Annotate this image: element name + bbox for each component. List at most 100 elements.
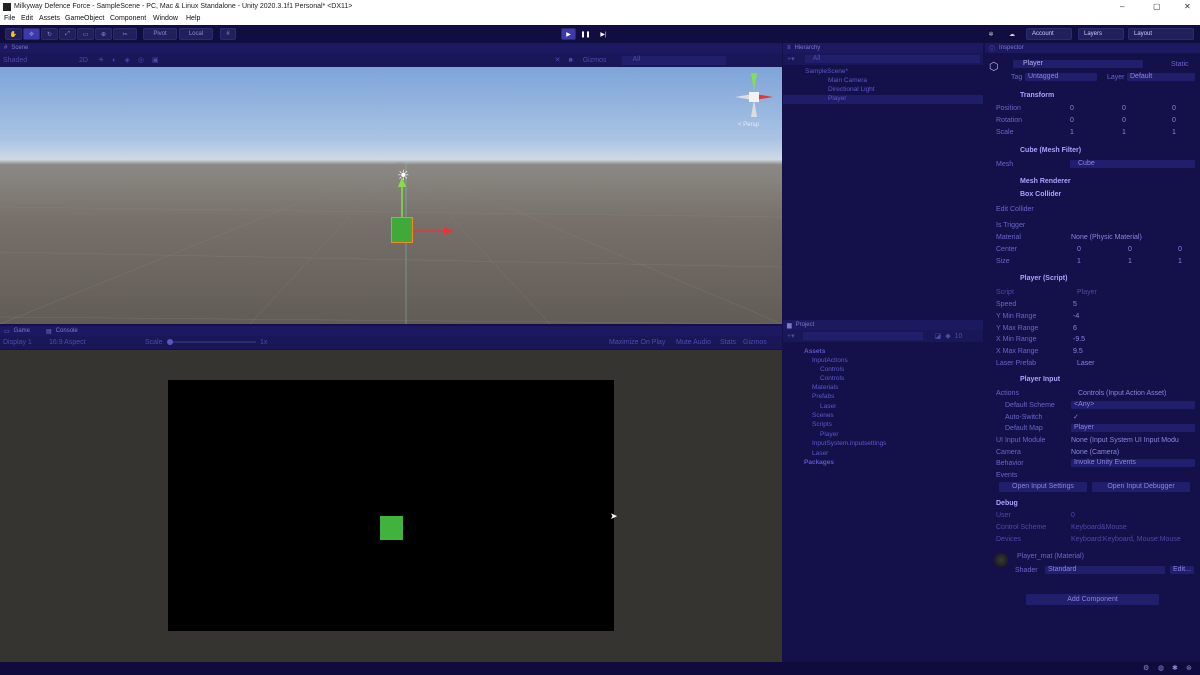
player-cube[interactable] [391,217,413,243]
xmax-field[interactable]: 9.5 [1073,348,1083,355]
ymax-field[interactable]: 6 [1073,325,1077,332]
player-script-header[interactable]: Player (Script) [1020,275,1067,282]
menu-component[interactable]: Component [110,15,146,22]
meshrenderer-header[interactable]: Mesh Renderer [1020,178,1071,185]
shader-edit-button[interactable]: Edit... [1170,566,1194,574]
menu-window[interactable]: Window [153,15,178,22]
shader-dropdown[interactable]: Standard [1045,566,1165,574]
speed-field[interactable]: 5 [1073,301,1077,308]
project-search[interactable] [802,332,923,340]
layer-dropdown[interactable]: Default [1127,73,1195,81]
hierarchy-item[interactable]: Directional Light [828,86,875,93]
hand-tool-icon[interactable]: ✋ [5,28,22,40]
menu-edit[interactable]: Edit [21,15,33,22]
scale-x[interactable]: 1 [1070,129,1074,136]
rotate-tool-icon[interactable]: ↻ [41,28,58,40]
play-button[interactable]: ▶ [561,28,576,40]
project-item[interactable]: Laser [812,450,828,457]
transform-tool-icon[interactable]: ⊕ [95,28,112,40]
account-dropdown[interactable]: Account [1026,28,1072,40]
effects-icon[interactable]: ◈ [124,56,129,64]
hierarchy-tab[interactable]: Hierarchy [795,45,821,51]
auto-switch-checkbox[interactable]: ✓ [1073,413,1079,421]
status-cache-icon[interactable]: ⚙ [1143,664,1149,672]
project-item[interactable]: Player [820,431,838,438]
material-header[interactable]: Player_mat (Material) [1017,553,1084,560]
scene-viewport[interactable]: ☀ < Persp [0,67,782,324]
console-tab[interactable]: Console [56,328,78,334]
project-item[interactable]: Prefabs [812,393,834,400]
persp-label[interactable]: < Persp [738,122,759,128]
game-gizmos-dropdown[interactable]: Gizmos [743,339,767,346]
hierarchy-item[interactable]: Main Camera [828,77,867,84]
status-debug-icon[interactable]: ✱ [1172,664,1178,672]
rotation-y[interactable]: 0 [1122,117,1126,124]
scale-slider-thumb[interactable] [167,339,173,345]
events-foldout[interactable]: Events [996,472,1017,479]
hidden-objects-icon[interactable]: ◎ [138,56,144,64]
project-item[interactable]: Packages [804,459,834,466]
project-item[interactable]: Controls [820,366,844,373]
scene-search[interactable]: All [622,55,727,65]
aspect-dropdown[interactable]: 16:9 Aspect [49,339,86,346]
project-item[interactable]: Laser [820,403,836,410]
scale-z[interactable]: 1 [1172,129,1176,136]
scene-tab[interactable]: Scene [11,45,28,51]
ymin-field[interactable]: -4 [1073,313,1079,320]
layout-dropdown[interactable]: Layout [1128,28,1194,40]
tools-icon[interactable]: ✕ [555,56,561,64]
static-toggle[interactable]: Static [1171,61,1189,68]
project-add-icon[interactable]: +▾ [787,332,795,340]
project-item[interactable]: InputSystem.inputsettings [812,440,886,447]
transform-header[interactable]: Transform [1020,92,1054,99]
pause-button[interactable]: ❚❚ [578,28,593,40]
grid-snap-icon[interactable]: # [220,28,236,40]
position-y[interactable]: 0 [1122,105,1126,112]
physic-material-field[interactable]: None (Physic Material) [1071,234,1142,241]
project-item[interactable]: Assets [804,348,825,355]
open-input-settings-button[interactable]: Open Input Settings [999,482,1087,492]
cloud-icon[interactable]: ☁ [1005,28,1019,40]
collab-icon[interactable]: ✲ [984,28,998,40]
center-z[interactable]: 0 [1178,246,1182,253]
tag-dropdown[interactable]: Untagged [1025,73,1097,81]
gameobject-name-field[interactable]: Player [1013,60,1143,68]
rect-tool-icon[interactable]: ▭ [77,28,94,40]
behavior-dropdown[interactable]: Invoke Unity Events [1071,459,1195,467]
menu-assets[interactable]: Assets [39,15,60,22]
camera-field[interactable]: None (Camera) [1071,449,1119,456]
size-y[interactable]: 1 [1128,258,1132,265]
project-tab[interactable]: Project [796,322,815,328]
shading-dropdown[interactable]: Shaded [3,57,69,64]
move-tool-icon[interactable]: ✥ [23,28,40,40]
boxcollider-header[interactable]: Box Collider [1020,191,1061,198]
local-toggle[interactable]: Local [179,28,213,40]
gizmos-dropdown[interactable]: Gizmos [583,57,607,64]
size-z[interactable]: 1 [1178,258,1182,265]
project-filter-icon[interactable]: ◪ [935,332,942,340]
custom-tool-icon[interactable]: ✂ [113,28,137,40]
status-collab-icon[interactable]: ⊛ [1186,664,1192,672]
position-z[interactable]: 0 [1172,105,1176,112]
maximize-button[interactable]: ▢ [1153,2,1161,11]
center-x[interactable]: 0 [1077,246,1081,253]
size-x[interactable]: 1 [1077,258,1081,265]
hierarchy-search[interactable]: All [804,55,980,63]
2d-toggle[interactable]: 2D [79,57,88,64]
meshfilter-header[interactable]: Cube (Mesh Filter) [1020,147,1081,154]
open-input-debugger-button[interactable]: Open Input Debugger [1092,482,1190,492]
hierarchy-item-selected[interactable]: Player [783,95,983,104]
camera-icon[interactable]: ▣ [152,56,159,64]
layers-dropdown[interactable]: Layers [1078,28,1124,40]
actions-field[interactable]: Controls (Input Action Asset) [1078,390,1166,397]
default-map-dropdown[interactable]: Player [1071,424,1195,432]
status-progress-icon[interactable]: ◍ [1158,664,1164,672]
maximize-on-play-toggle[interactable]: Maximize On Play [609,339,665,346]
display-dropdown[interactable]: Display 1 [3,339,32,346]
lighting-icon[interactable]: ☀ [98,56,104,64]
directional-light-icon[interactable]: ☀ [397,167,410,184]
laser-prefab-field[interactable]: Laser [1077,360,1095,367]
scale-tool-icon[interactable]: ⤢ [59,28,76,40]
position-x[interactable]: 0 [1070,105,1074,112]
minimize-button[interactable]: – [1120,2,1124,11]
